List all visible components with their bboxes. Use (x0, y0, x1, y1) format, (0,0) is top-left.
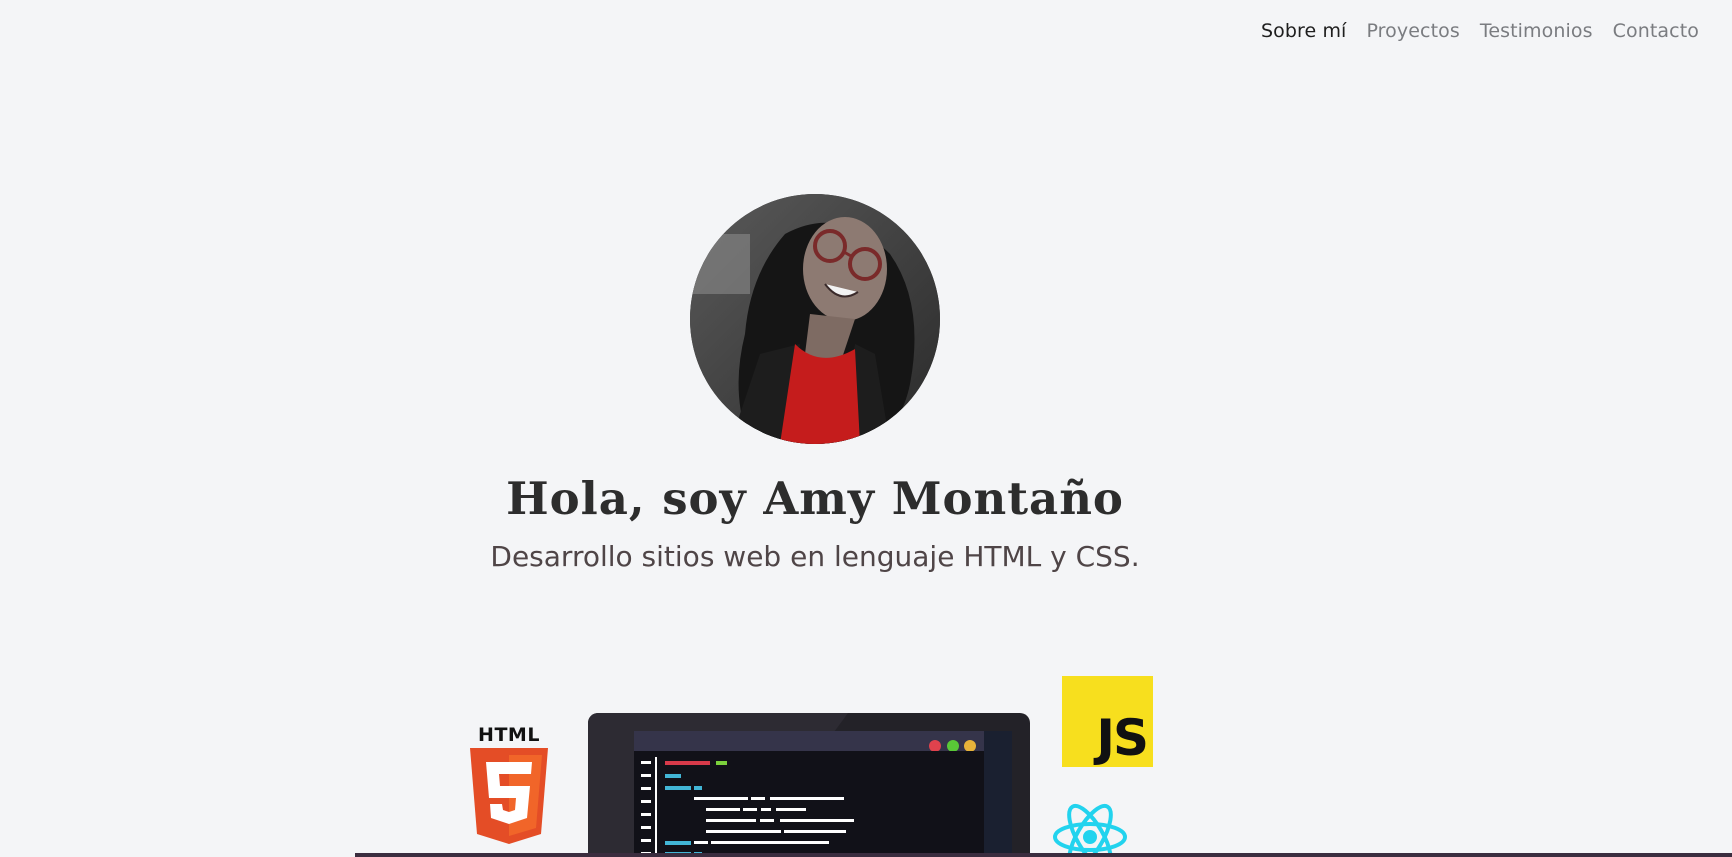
top-nav: Sobre mí Proyectos Testimonios Contacto (1261, 20, 1699, 42)
nav-link-contacto[interactable]: Contacto (1613, 20, 1699, 42)
js-logo-label: JS (1096, 709, 1149, 767)
hero-subtitle: Desarrollo sitios web en lenguaje HTML y… (490, 540, 1140, 573)
hero-title: Hola, soy Amy Montaño (506, 472, 1124, 525)
page-bottom-edge (355, 853, 1732, 857)
profile-photo-illustration (690, 194, 940, 444)
nav-link-sobre-mi[interactable]: Sobre mí (1261, 20, 1346, 42)
javascript-logo: JS (1062, 676, 1153, 767)
html-logo-label: HTML (478, 724, 540, 746)
react-logo-icon (1053, 804, 1127, 857)
html5-shield-icon (470, 748, 548, 844)
profile-photo (690, 194, 940, 444)
html5-logo: HTML (466, 724, 552, 844)
nav-link-testimonios[interactable]: Testimonios (1480, 20, 1593, 42)
code-editor-illustration (588, 713, 1030, 857)
nav-link-proyectos[interactable]: Proyectos (1366, 20, 1459, 42)
